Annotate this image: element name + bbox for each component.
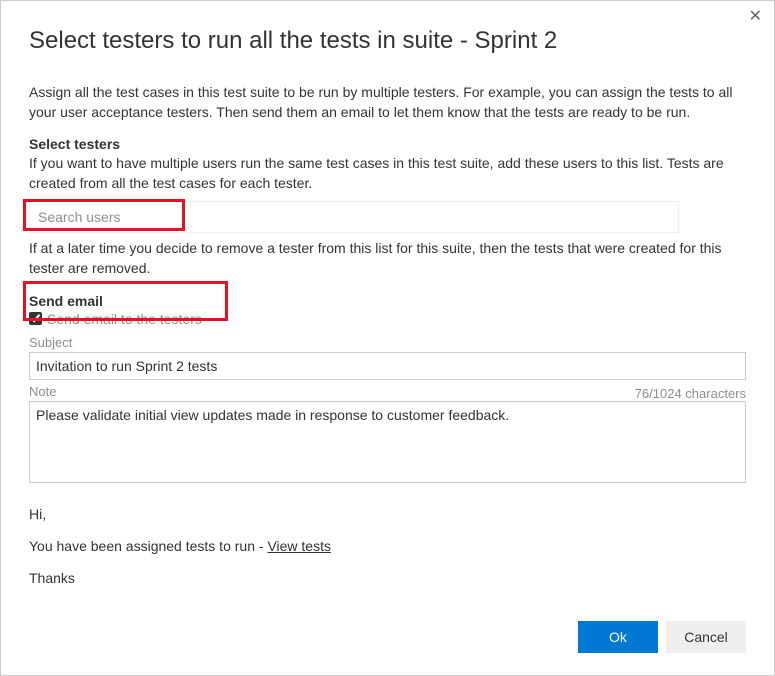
view-tests-link[interactable]: View tests bbox=[267, 538, 331, 554]
dialog-body: Select testers to run all the tests in s… bbox=[1, 1, 774, 586]
dialog-description: Assign all the test cases in this test s… bbox=[29, 83, 746, 122]
cancel-button[interactable]: Cancel bbox=[666, 621, 746, 653]
preview-body-text: You have been assigned tests to run - bbox=[29, 538, 267, 554]
send-email-heading: Send email bbox=[29, 293, 746, 309]
button-bar: Ok Cancel bbox=[578, 621, 746, 653]
send-email-checkbox[interactable] bbox=[29, 312, 42, 325]
preview-greeting: Hi, bbox=[29, 506, 746, 522]
note-char-count: 76/1024 characters bbox=[635, 386, 746, 401]
subject-input[interactable] bbox=[29, 352, 746, 380]
subject-label: Subject bbox=[29, 335, 746, 350]
select-testers-desc: If you want to have multiple users run t… bbox=[29, 154, 746, 193]
preview-closing: Thanks bbox=[29, 570, 746, 586]
note-textarea[interactable] bbox=[29, 401, 746, 483]
send-email-checkbox-label: Send email to the testers bbox=[47, 311, 202, 327]
preview-body-line: You have been assigned tests to run - Vi… bbox=[29, 538, 746, 554]
search-users-input[interactable] bbox=[29, 201, 679, 233]
note-label: Note bbox=[29, 384, 56, 399]
select-testers-post-desc: If at a later time you decide to remove … bbox=[29, 239, 746, 278]
close-icon[interactable]: ✕ bbox=[749, 9, 762, 25]
dialog-title: Select testers to run all the tests in s… bbox=[29, 27, 746, 55]
select-testers-heading: Select testers bbox=[29, 136, 746, 152]
ok-button[interactable]: Ok bbox=[578, 621, 658, 653]
